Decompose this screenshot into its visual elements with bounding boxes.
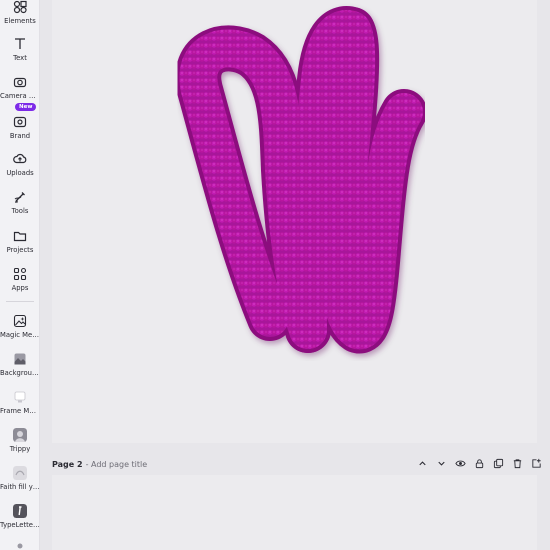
sidebar-item-label: Apps bbox=[11, 284, 29, 292]
trippy-icon bbox=[13, 428, 27, 442]
type-lettering-icon bbox=[13, 504, 27, 518]
sidebar-item-label: Text bbox=[13, 54, 27, 62]
yarn-letter-w-graphic[interactable] bbox=[52, 0, 537, 443]
sidebar-item-text[interactable]: Text bbox=[0, 37, 40, 62]
sidebar-item-magic-media[interactable]: Magic Media bbox=[0, 314, 40, 339]
faith-fill-icon bbox=[13, 466, 27, 480]
hide-page-button[interactable] bbox=[454, 457, 466, 469]
sidebar-item-background[interactable]: Background bbox=[0, 352, 40, 377]
sidebar-item-label: Elements bbox=[4, 17, 36, 25]
lock-page-button[interactable] bbox=[473, 457, 485, 469]
add-page-icon bbox=[531, 458, 541, 468]
duplicate-icon bbox=[493, 458, 503, 468]
sidebar-item-label: Projects bbox=[6, 246, 34, 254]
sidebar-item-more[interactable] bbox=[0, 541, 40, 550]
sidebar-item-brand[interactable]: New Brand bbox=[0, 103, 40, 140]
delete-page-button[interactable] bbox=[511, 457, 523, 469]
sidebar-item-label: Faith fill yo... bbox=[0, 483, 40, 491]
sidebar-item-tools[interactable]: Tools bbox=[0, 190, 40, 215]
sidebar-divider bbox=[6, 301, 34, 302]
sidebar-item-label: Trippy bbox=[9, 445, 31, 453]
sidebar-item-label: Frame Maker bbox=[0, 407, 40, 415]
new-badge: New bbox=[15, 103, 37, 111]
sidebar-item-label: Tools bbox=[11, 207, 29, 215]
trash-icon bbox=[513, 458, 521, 468]
background-icon bbox=[14, 353, 26, 365]
lock-icon bbox=[475, 458, 483, 468]
sidebar-item-label: Camera Roll bbox=[0, 92, 40, 100]
text-icon bbox=[15, 38, 25, 49]
sidebar-item-label: Brand bbox=[9, 132, 31, 140]
sidebar-item-elements[interactable]: Elements bbox=[0, 0, 40, 25]
sidebar-item-label: Background bbox=[0, 369, 40, 377]
sidebar-item-label: TypeLetteri... bbox=[0, 521, 40, 529]
sidebar-item-trippy[interactable]: Trippy bbox=[0, 428, 40, 453]
canvas-page-2[interactable] bbox=[52, 475, 537, 550]
sidebar-item-label: Magic Media bbox=[0, 331, 40, 339]
move-page-down-button[interactable] bbox=[435, 457, 447, 469]
folder-icon bbox=[13, 231, 27, 242]
tools-icon bbox=[14, 192, 25, 203]
left-sidebar: Elements Text Camera Roll New Brand Uplo… bbox=[0, 0, 40, 550]
more-icon bbox=[17, 543, 23, 549]
sidebar-item-projects[interactable]: Projects bbox=[0, 229, 40, 254]
magic-media-icon bbox=[13, 314, 27, 328]
sidebar-item-type-lettering[interactable]: TypeLetteri... bbox=[0, 504, 40, 529]
camera-icon bbox=[13, 77, 27, 88]
elements-icon bbox=[13, 0, 27, 14]
upload-cloud-icon bbox=[13, 153, 27, 164]
duplicate-page-button[interactable] bbox=[492, 457, 504, 469]
apps-icon bbox=[13, 267, 27, 281]
chevron-down-icon bbox=[437, 461, 445, 466]
sidebar-item-apps[interactable]: Apps bbox=[0, 267, 40, 292]
brand-icon bbox=[13, 116, 27, 128]
page-actions bbox=[416, 457, 542, 469]
canvas-page-1[interactable] bbox=[52, 0, 537, 443]
eye-icon bbox=[454, 460, 466, 466]
chevron-up-icon bbox=[418, 460, 426, 465]
page-title: Page 2 bbox=[52, 459, 83, 469]
sidebar-item-frame-maker[interactable]: Frame Maker bbox=[0, 390, 40, 415]
add-page-title-input[interactable]: - Add page title bbox=[86, 460, 148, 469]
add-page-button[interactable] bbox=[530, 457, 542, 469]
move-page-up-button[interactable] bbox=[416, 457, 428, 469]
sidebar-item-label: Uploads bbox=[6, 169, 34, 177]
sidebar-item-camera-roll[interactable]: Camera Roll bbox=[0, 75, 40, 100]
page-2-header: Page 2 - Add page title bbox=[52, 455, 542, 473]
frame-maker-icon bbox=[14, 391, 26, 403]
sidebar-item-faith-fill[interactable]: Faith fill yo... bbox=[0, 466, 40, 491]
sidebar-item-uploads[interactable]: Uploads bbox=[0, 152, 40, 177]
